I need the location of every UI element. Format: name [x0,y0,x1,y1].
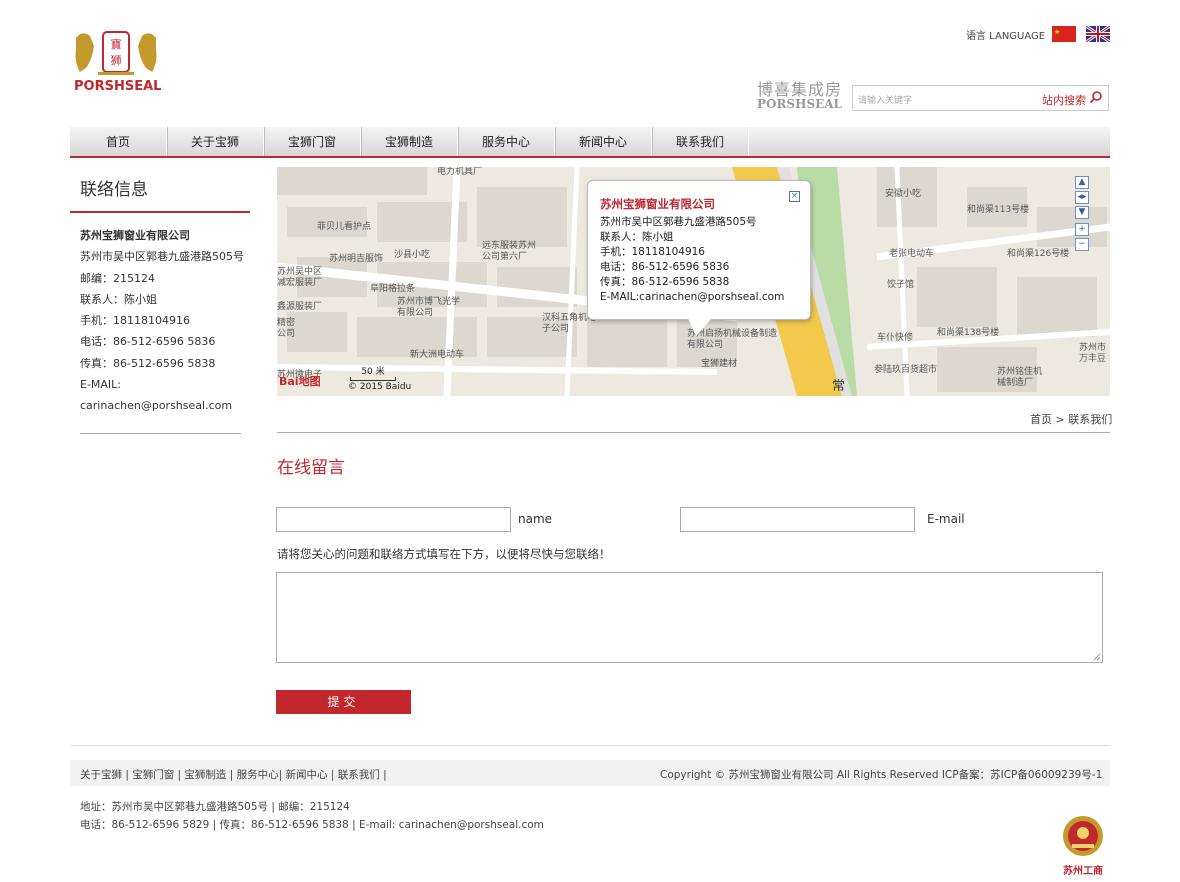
nav-windows[interactable]: 宝狮门窗 [264,127,361,156]
email-input[interactable] [680,507,915,532]
map-poi: 宝狮建材 [701,359,738,369]
mobile: 手机：18118104916 [80,314,190,328]
sidebar-divider [70,211,250,213]
sidebar-title: 联络信息 [80,180,148,200]
map-poi: 车仆快修 [877,333,914,343]
phone: 电话：86-512-6596 5836 [80,335,216,349]
footer-links[interactable]: 关于宝狮 | 宝狮门窗 | 宝狮制造 | 服务中心| 新闻中心 | 联系我们 | [80,767,387,782]
address: 苏州市吴中区郭巷九盛港路505号 [80,250,244,264]
svg-text:狮: 狮 [111,54,122,67]
logo-text: PORSHSEAL [74,79,162,94]
map-poi: 电力机具厂 [437,167,483,177]
map-poi: 鑫源服装厂 [277,302,323,312]
map-scale: 50 米 [350,364,396,381]
footer-divider [70,745,1110,746]
site-search[interactable]: 请输入关键字 站内搜索 [852,85,1109,111]
footer-address: 地址：苏州市吴中区郭巷九盛港路505号 | 邮编：215124 电话：86-51… [80,798,544,834]
form-title: 在线留言 [277,458,345,478]
map-poi: 苏州铭佳机械制造厂 [997,367,1043,388]
footer-contact-line: 电话：86-512-6596 5829 | 传真：86-512-6596 583… [80,819,544,831]
svg-text:寶: 寶 [111,37,122,51]
map-poi: 饺子馆 [887,280,915,290]
email-label: E-mail [927,512,965,526]
company-name: 苏州宝狮窗业有限公司 [80,229,190,242]
map-poi: 精密公司 [277,318,296,339]
popup-contact: 联系人：陈小姐 [600,231,674,243]
brand-mark: 博喜集成房 PORSHSEAL [752,80,842,111]
business-license-badge[interactable]: 苏州工商 [1058,810,1108,877]
popup-mobile: 手机：18118104916 [600,246,705,258]
baidu-map-logo: Bai地图 [279,373,321,389]
contact-person: 联系人：陈小姐 [80,292,157,306]
china-flag-icon[interactable] [1052,26,1076,42]
map-poi: 阜阳格拉条 [370,284,416,294]
brand-cn: 博喜集成房 [756,80,842,99]
nav-news[interactable]: 新闻中心 [555,127,652,156]
baidu-map-logo-text: Bai地图 [279,375,321,388]
footer-copyright: Copyright © 苏州宝狮窗业有限公司 All Rights Reserv… [660,769,1103,781]
nav-home[interactable]: 首页 [70,127,167,156]
search-button-label[interactable]: 站内搜索 [1042,92,1086,108]
nav-manufacturing[interactable]: 宝狮制造 [361,127,458,156]
message-textarea[interactable] [276,572,1103,663]
map-poi: 沙县小吃 [394,250,431,260]
map-poi: 苏州市博飞光学有限公司 [397,297,461,318]
close-icon[interactable]: × [789,191,800,202]
porshseal-logo[interactable]: 寶 狮 PORSHSEAL [72,28,162,96]
popup-address: 苏州市吴中区郭巷九盛港路505号 [600,216,757,228]
map-poi: 老张电动车 [889,249,935,259]
map-poi: 安徽小吃 [885,189,922,199]
nav-service[interactable]: 服务中心 [458,127,555,156]
submit-button[interactable]: 提交 [276,690,411,714]
brand-en: PORSHSEAL [756,97,842,111]
nav-about[interactable]: 关于宝狮 [167,127,264,156]
pan-down-icon[interactable]: ▼ [1075,206,1089,219]
map-info-popup: 苏州宝狮窗业有限公司 苏州市吴中区郭巷九盛港路505号 联系人：陈小姐 手机：1… [587,180,811,320]
map-poi: 菲贝儿看护点 [317,222,372,232]
popup-phone: 电话：86-512-6596 5836 [600,261,730,273]
map-poi: 苏州明吉服饰 [329,254,384,264]
uk-flag-icon[interactable] [1085,24,1111,44]
nav-contact[interactable]: 联系我们 [652,127,749,156]
search-icon[interactable] [1089,90,1103,104]
form-hint: 请将您关心的问题和联络方式填写在下方，以便将尽快与您联络！ [277,547,611,561]
map-poi: 和尚渠126号楼 [1007,249,1070,259]
map-poi: 苏州市万丰豆 [1079,343,1107,364]
popup-title: 苏州宝狮窗业有限公司 [600,197,715,211]
sidebar-bottom-divider [80,433,241,434]
name-input[interactable] [276,507,511,532]
name-label: name [518,512,553,526]
pan-left-right-icon[interactable]: ◂▸ [1075,191,1089,204]
map-poi: 苏州吴中区减宏服装厂 [277,267,323,288]
resize-handle-icon[interactable] [1093,653,1101,661]
zoom-out-icon[interactable]: − [1075,238,1089,251]
email-label: E-MAIL: [80,378,122,392]
popup-fax: 传真：86-512-6596 5838 [600,276,730,288]
postcode: 邮编：215124 [80,271,155,285]
search-input[interactable]: 请输入关键字 [858,93,912,106]
breadcrumb[interactable]: 首页 > 联系我们 [1030,411,1112,427]
badge-label: 苏州工商 [1063,866,1103,877]
contact-info: 苏州宝狮窗业有限公司 苏州市吴中区郭巷九盛港路505号 邮编：215124 联系… [80,225,250,417]
map-controls: ▲ ◂▸ ▼ + − [1075,176,1091,253]
map-poi: 参陆玖百货超市 [874,365,938,375]
map-copyright: © 2015 Baidu [348,382,412,392]
map-scale-label: 50 米 [361,367,385,377]
road-label: 常 [832,379,846,394]
popup-pointer [688,318,712,336]
map-poi: 和尚渠138号楼 [937,328,1000,338]
email[interactable]: carinachen@porshseal.com [80,395,250,416]
breadcrumb-divider [277,432,1110,433]
map-poi: 和尚渠113号楼 [967,205,1030,215]
fax: 传真：86-512-6596 5838 [80,356,216,370]
map-poi: 远东服装苏州公司第六厂 [482,241,537,262]
language-label: 语言 LANGUAGE [966,31,1046,42]
map-poi: 新大洲电动车 [410,350,465,360]
zoom-in-icon[interactable]: + [1075,223,1089,236]
popup-email: E-MAIL:carinachen@porshseal.com [600,291,785,303]
footer-address-line: 地址：苏州市吴中区郭巷九盛港路505号 | 邮编：215124 [80,801,350,813]
pan-up-icon[interactable]: ▲ [1075,176,1089,189]
main-nav: 首页 关于宝狮 宝狮门窗 宝狮制造 服务中心 新闻中心 联系我们 [70,127,1110,158]
